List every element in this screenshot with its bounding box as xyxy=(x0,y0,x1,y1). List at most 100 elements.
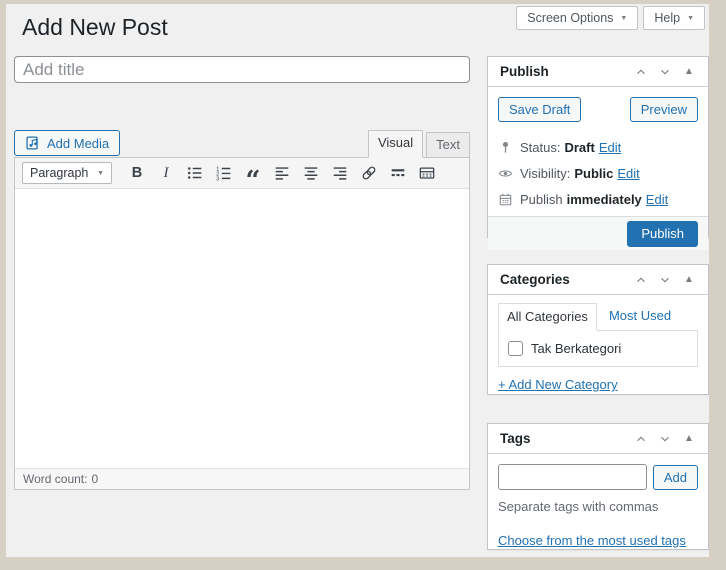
collapse-toggle-button[interactable]: ▲ xyxy=(678,269,700,291)
misc-publishing-actions: Status: Draft Edit Visibility: Public Ed… xyxy=(488,132,708,216)
publish-button[interactable]: Publish xyxy=(627,220,698,247)
category-checkbox[interactable] xyxy=(508,341,523,356)
tags-panel-title: Tags xyxy=(500,431,531,446)
page-title: Add New Post xyxy=(22,14,168,40)
visibility-label: Visibility: xyxy=(520,165,571,181)
blockquote-button[interactable]: “ xyxy=(240,161,266,194)
align-right-button[interactable] xyxy=(327,161,353,185)
move-up-button[interactable] xyxy=(630,428,652,450)
align-center-icon xyxy=(304,167,318,180)
toolbar-toggle-button[interactable] xyxy=(414,161,440,185)
move-down-button[interactable] xyxy=(654,428,676,450)
tags-panel: Tags ▲ Add Separate tags with commas Cho… xyxy=(487,423,709,550)
post-visibility-text: Visibility: Public Edit xyxy=(520,166,640,181)
bulleted-list-icon xyxy=(187,167,202,179)
post-title-input[interactable] xyxy=(14,56,470,83)
tab-visual[interactable]: Visual xyxy=(367,130,424,158)
categories-panel-header: Categories ▲ xyxy=(488,265,708,295)
post-status-row: Status: Draft Edit xyxy=(498,134,698,160)
collapse-toggle-button[interactable]: ▲ xyxy=(678,428,700,450)
status-label: Status: xyxy=(520,139,561,155)
wordpress-admin-screenshot: { "page": { "title": "Add New Post", "sc… xyxy=(0,0,726,570)
publish-panel: Publish ▲ Save Draft Preview Status: Dra… xyxy=(487,56,709,250)
chevron-down-icon: ▼ xyxy=(687,14,694,22)
toolbar-toggle-icon xyxy=(419,167,435,179)
bold-button[interactable]: B xyxy=(124,161,150,185)
panel-handle-actions: ▲ xyxy=(630,428,700,450)
link-icon xyxy=(362,166,376,180)
tab-text[interactable]: Text xyxy=(426,132,470,158)
italic-button[interactable]: I xyxy=(153,161,179,185)
read-more-icon xyxy=(391,169,405,177)
bold-icon: B xyxy=(131,165,143,181)
edit-visibility-link[interactable]: Edit xyxy=(617,166,639,181)
editor-statusbar: Word count: 0 xyxy=(15,468,469,489)
move-down-button[interactable] xyxy=(654,269,676,291)
media-icon xyxy=(26,136,38,150)
screen-options-label: Screen Options xyxy=(527,11,614,25)
tags-panel-header: Tags ▲ xyxy=(488,424,708,454)
categories-panel-body: All Categories Most Used Tak Berkategori… xyxy=(488,295,708,404)
move-up-button[interactable] xyxy=(630,269,652,291)
numbered-list-button[interactable]: 1 2 3 xyxy=(211,161,237,185)
insert-link-button[interactable] xyxy=(356,161,382,185)
editor-mode-tabs: Visual Text xyxy=(365,130,470,158)
move-down-button[interactable] xyxy=(654,61,676,83)
chevron-down-icon xyxy=(661,436,669,442)
category-tabs: All Categories Most Used xyxy=(498,303,698,331)
paragraph-dropdown-label: Paragraph xyxy=(30,166,89,180)
preview-button[interactable]: Preview xyxy=(629,97,698,122)
word-count-value: 0 xyxy=(91,472,99,486)
add-media-button[interactable]: Add Media xyxy=(14,130,121,156)
chevron-down-icon: ▼ xyxy=(97,169,104,177)
word-count-label: Word count: xyxy=(23,472,88,486)
chevron-down-icon xyxy=(661,69,669,75)
screen-meta-links: Screen Options ▼ Help ▼ xyxy=(516,6,705,30)
major-publishing-actions: Publish xyxy=(488,216,708,250)
align-center-button[interactable] xyxy=(298,161,324,185)
collapse-toggle-button[interactable]: ▲ xyxy=(678,61,700,83)
choose-most-used-tags-link[interactable]: Choose from the most used tags xyxy=(498,533,686,548)
tags-panel-body: Add Separate tags with commas Choose fro… xyxy=(488,454,708,560)
publish-panel-header: Publish ▲ xyxy=(488,57,708,87)
edit-status-link[interactable]: Edit xyxy=(599,140,621,155)
schedule-value: immediately xyxy=(566,191,642,207)
tab-most-used[interactable]: Most Used xyxy=(597,303,683,330)
category-checklist: Tak Berkategori xyxy=(498,330,698,367)
chevron-down-icon xyxy=(661,277,669,283)
edit-schedule-link[interactable]: Edit xyxy=(646,192,668,207)
post-status-text: Status: Draft Edit xyxy=(520,140,621,155)
paragraph-dropdown[interactable]: Paragraph ▼ xyxy=(22,162,112,184)
wp-admin-page: Add New Post Screen Options ▼ Help ▼ Add… xyxy=(6,4,709,557)
chevron-up-icon xyxy=(637,435,645,441)
save-draft-button[interactable]: Save Draft xyxy=(498,97,582,122)
tags-hint: Separate tags with commas xyxy=(498,499,659,514)
sidebar: Publish ▲ Save Draft Preview Status: Dra… xyxy=(487,56,709,550)
post-schedule-text: Publish immediately Edit xyxy=(520,192,668,207)
category-label: Tak Berkategori xyxy=(531,341,622,356)
align-right-icon xyxy=(333,167,347,180)
editor-tools-row: Add Media Visual Text xyxy=(14,129,470,158)
editor-content-area[interactable] xyxy=(15,189,469,468)
panel-handle-actions: ▲ xyxy=(630,61,700,83)
tab-all-categories[interactable]: All Categories xyxy=(498,303,597,331)
screen-options-button[interactable]: Screen Options ▼ xyxy=(516,6,639,30)
move-up-button[interactable] xyxy=(630,61,652,83)
add-tag-button[interactable]: Add xyxy=(652,464,698,490)
categories-panel-title: Categories xyxy=(500,272,570,287)
status-value: Draft xyxy=(564,139,595,155)
publish-panel-title: Publish xyxy=(500,64,549,79)
bulleted-list-button[interactable] xyxy=(182,161,208,185)
new-tag-input[interactable] xyxy=(498,464,647,490)
align-left-icon xyxy=(275,167,289,180)
minor-publishing-actions: Save Draft Preview xyxy=(488,87,708,132)
calendar-icon xyxy=(499,193,512,205)
add-new-category-link[interactable]: + Add New Category xyxy=(498,377,618,392)
tags-input-row: Add xyxy=(498,464,698,490)
help-button[interactable]: Help ▼ xyxy=(643,6,705,30)
categories-panel: Categories ▲ All Categories Most Used Ta… xyxy=(487,264,709,395)
post-body-content: Add Media Visual Text Paragraph ▼ B I xyxy=(14,56,470,490)
chevron-up-icon xyxy=(637,276,645,282)
read-more-button[interactable] xyxy=(385,161,411,185)
align-left-button[interactable] xyxy=(269,161,295,185)
